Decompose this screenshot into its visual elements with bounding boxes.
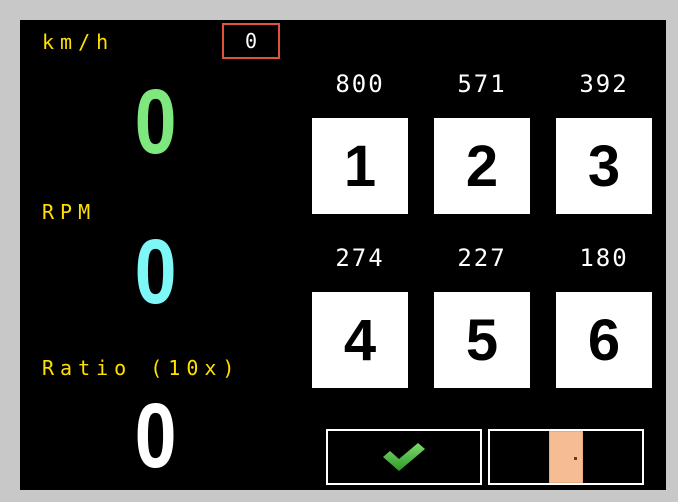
door-icon	[549, 431, 583, 483]
gear-6-button[interactable]: 6	[556, 292, 652, 388]
ratio-value: 0	[134, 385, 177, 487]
gear-1-button[interactable]: 1	[312, 118, 408, 214]
rpm-label: RPM	[42, 200, 97, 224]
gear-3-ratio: 392	[579, 70, 629, 98]
counter-display: 0	[222, 23, 280, 59]
speed-unit-label: km/h	[42, 30, 115, 54]
confirm-button[interactable]	[326, 429, 482, 485]
checkmark-icon	[383, 443, 425, 471]
gear-3-button[interactable]: 3	[556, 118, 652, 214]
dashboard-screen: km/h 0 0 RPM 0 Ratio (10x) 0 800 571 392…	[20, 20, 666, 490]
gear-4-ratio: 274	[335, 244, 385, 272]
gear-2-button[interactable]: 2	[434, 118, 530, 214]
gear-5-button[interactable]: 5	[434, 292, 530, 388]
exit-button[interactable]	[488, 429, 644, 485]
gear-2-ratio: 571	[457, 70, 507, 98]
gear-5-ratio: 227	[457, 244, 507, 272]
gear-4-button[interactable]: 4	[312, 292, 408, 388]
gear-6-ratio: 180	[579, 244, 629, 272]
speed-value: 0	[134, 71, 177, 173]
ratio-label: Ratio (10x)	[42, 356, 241, 380]
gear-1-ratio: 800	[335, 70, 385, 98]
rpm-value: 0	[134, 221, 177, 323]
